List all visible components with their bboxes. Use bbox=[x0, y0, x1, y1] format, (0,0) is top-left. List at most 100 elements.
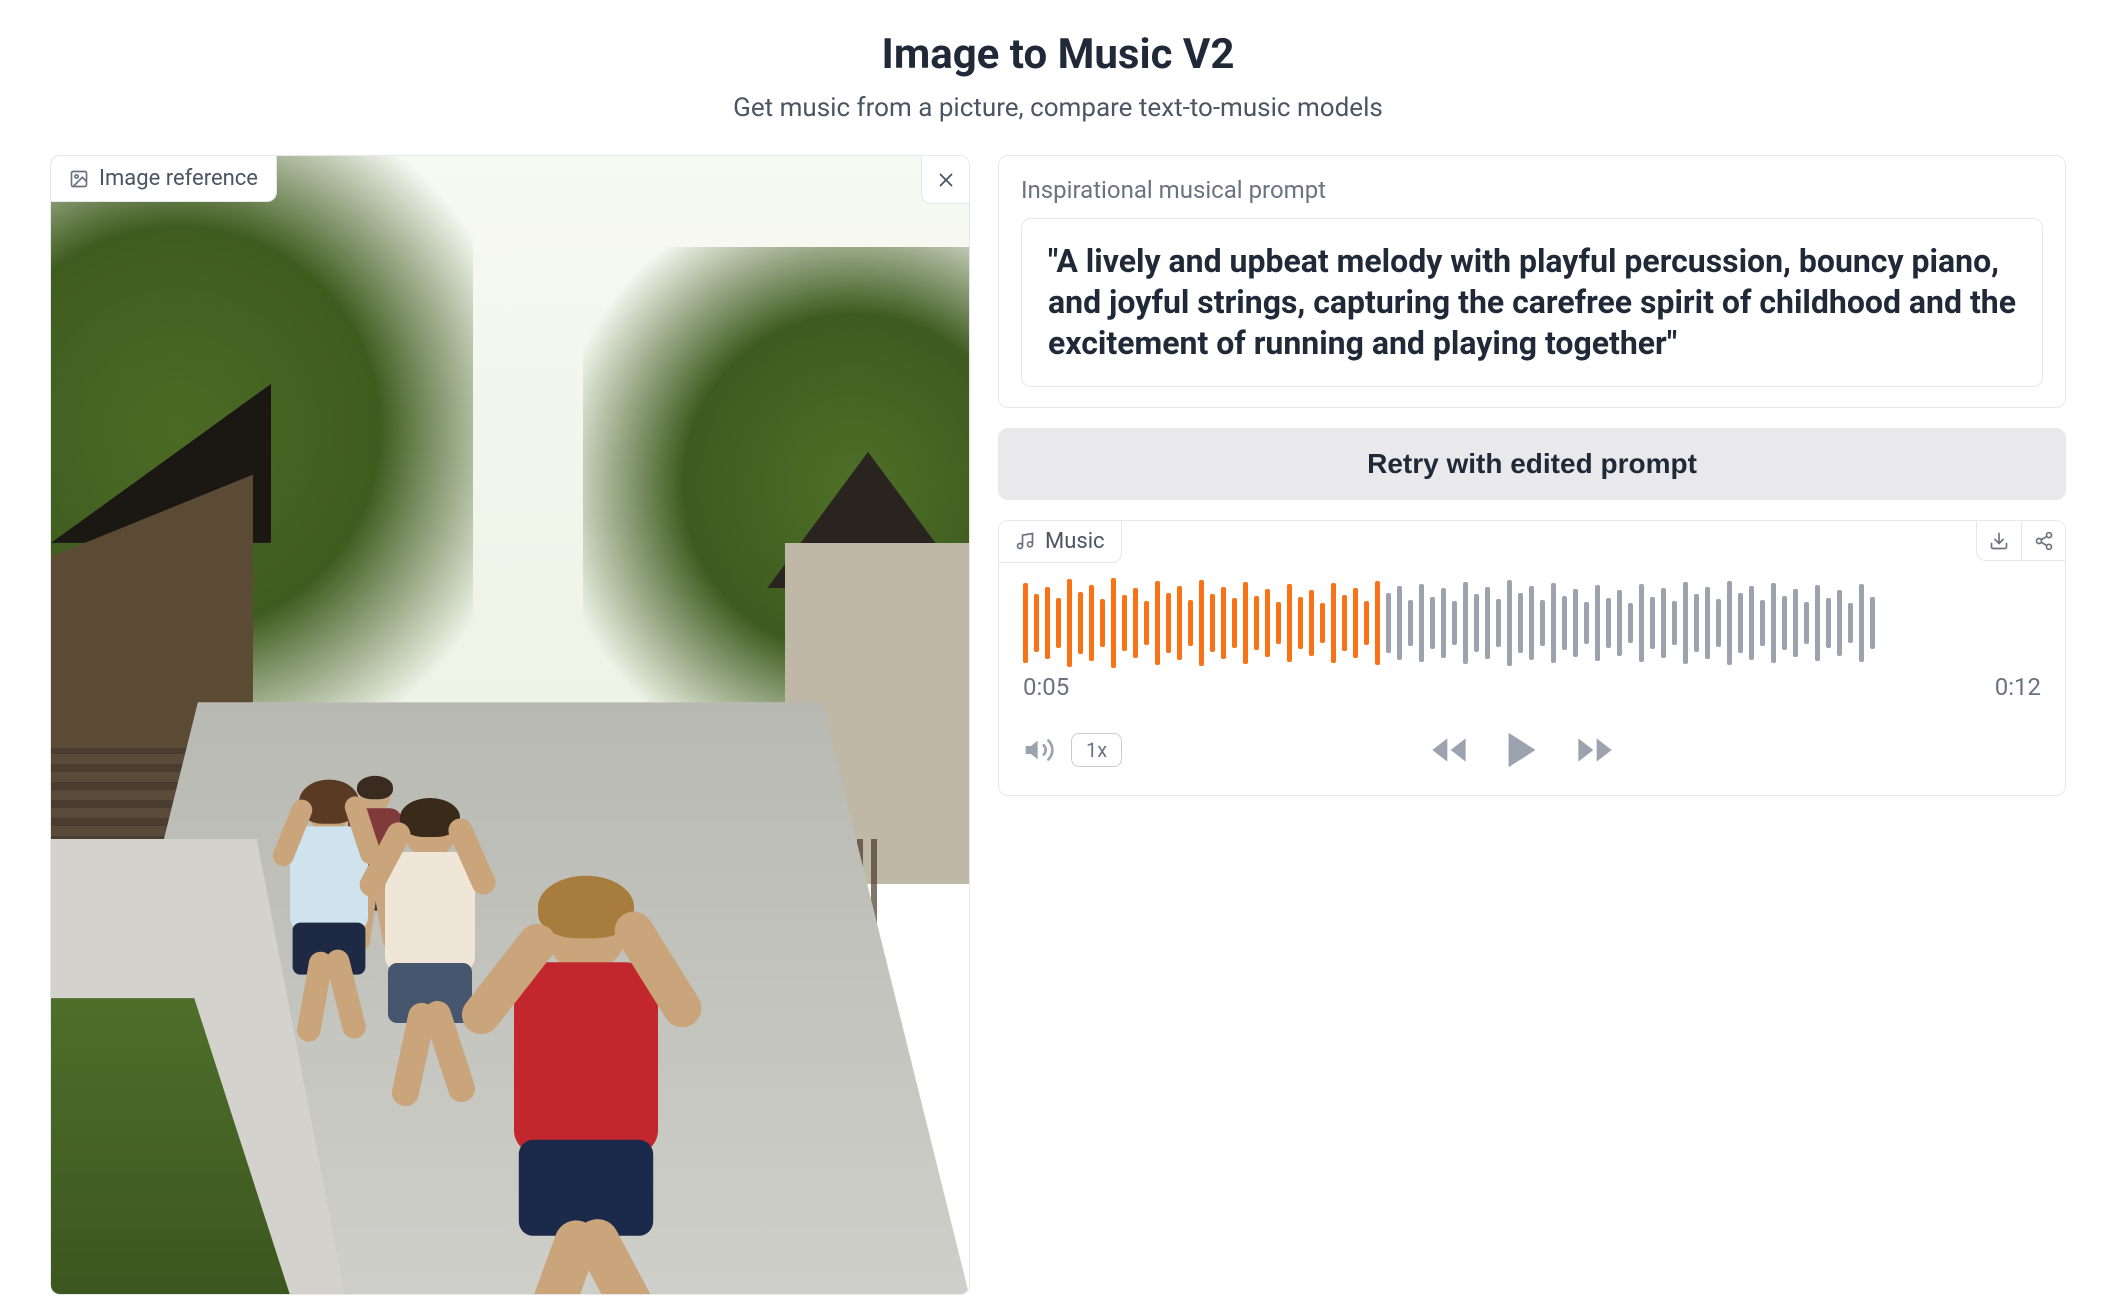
waveform-bar bbox=[1672, 601, 1677, 645]
waveform-bar bbox=[1034, 594, 1039, 652]
waveform-bar bbox=[1232, 598, 1237, 648]
waveform-bar bbox=[1628, 603, 1633, 643]
waveform-bar bbox=[1782, 596, 1787, 650]
waveform-bar bbox=[1287, 584, 1292, 662]
waveform-bar bbox=[1496, 599, 1501, 647]
waveform-bar bbox=[1815, 585, 1820, 661]
fast-forward-icon bbox=[1575, 730, 1615, 770]
audio-waveform[interactable] bbox=[999, 563, 2065, 673]
waveform-bar bbox=[1529, 586, 1534, 660]
waveform-bar bbox=[1518, 593, 1523, 653]
waveform-bar bbox=[1111, 578, 1116, 668]
download-button[interactable] bbox=[1977, 522, 2021, 560]
share-button[interactable] bbox=[2021, 522, 2065, 560]
waveform-bar bbox=[1067, 579, 1072, 667]
audio-current-time: 0:05 bbox=[1023, 673, 1069, 701]
image-reference-panel[interactable]: Image reference bbox=[50, 155, 970, 1295]
waveform-bar bbox=[1408, 600, 1413, 646]
close-icon bbox=[935, 169, 957, 191]
waveform-bar bbox=[1023, 583, 1028, 663]
waveform-bar bbox=[1243, 582, 1248, 664]
waveform-bar bbox=[1430, 597, 1435, 649]
waveform-bar bbox=[1188, 600, 1193, 646]
waveform-bar bbox=[1474, 594, 1479, 652]
page-title: Image to Music V2 bbox=[50, 30, 2066, 79]
waveform-bar bbox=[1870, 597, 1875, 649]
waveform-bar bbox=[1221, 587, 1226, 659]
page-subtitle: Get music from a picture, compare text-t… bbox=[50, 93, 2066, 123]
share-icon bbox=[2034, 531, 2054, 551]
waveform-bar bbox=[1738, 593, 1743, 653]
waveform-bar bbox=[1298, 597, 1303, 649]
waveform-bar bbox=[1859, 584, 1864, 662]
waveform-bar bbox=[1166, 593, 1171, 653]
volume-icon bbox=[1023, 734, 1055, 766]
waveform-bar bbox=[1452, 601, 1457, 645]
waveform-bar bbox=[1045, 587, 1050, 659]
volume-button[interactable] bbox=[1023, 734, 1055, 766]
waveform-bar bbox=[1144, 601, 1149, 645]
waveform-bar bbox=[1694, 594, 1699, 652]
waveform-bar bbox=[1276, 602, 1281, 644]
waveform-bar bbox=[1606, 598, 1611, 648]
waveform-bar bbox=[1056, 598, 1061, 648]
music-output-panel: Music bbox=[998, 520, 2066, 796]
waveform-bar bbox=[1760, 600, 1765, 646]
waveform-bar bbox=[1716, 599, 1721, 647]
waveform-bar bbox=[1419, 584, 1424, 662]
waveform-bar bbox=[1375, 581, 1380, 665]
waveform-bar bbox=[1210, 594, 1215, 652]
fast-forward-button[interactable] bbox=[1575, 730, 1615, 770]
playback-speed-button[interactable]: 1x bbox=[1071, 733, 1122, 767]
waveform-bar bbox=[1826, 598, 1831, 648]
waveform-bar bbox=[1683, 582, 1688, 664]
waveform-bar bbox=[1254, 596, 1259, 650]
waveform-bar bbox=[1133, 588, 1138, 658]
waveform-bar bbox=[1199, 580, 1204, 666]
waveform-bar bbox=[1078, 592, 1083, 654]
waveform-bar bbox=[1837, 590, 1842, 656]
prompt-panel: Inspirational musical prompt "A lively a… bbox=[998, 155, 2066, 408]
image-reference-label: Image reference bbox=[51, 156, 277, 202]
waveform-bar bbox=[1573, 589, 1578, 657]
waveform-bar bbox=[1595, 585, 1600, 661]
waveform-bar bbox=[1342, 595, 1347, 651]
waveform-bar bbox=[1265, 589, 1270, 657]
music-output-label: Music bbox=[999, 521, 1122, 563]
rewind-icon bbox=[1429, 730, 1469, 770]
retry-button[interactable]: Retry with edited prompt bbox=[998, 428, 2066, 500]
waveform-bar bbox=[1793, 589, 1798, 657]
waveform-bar bbox=[1386, 593, 1391, 653]
waveform-bar bbox=[1705, 587, 1710, 659]
waveform-bar bbox=[1804, 602, 1809, 644]
waveform-bar bbox=[1639, 584, 1644, 662]
waveform-bar bbox=[1441, 588, 1446, 658]
waveform-bar bbox=[1540, 600, 1545, 646]
waveform-bar bbox=[1122, 595, 1127, 651]
music-icon bbox=[1015, 531, 1035, 551]
clear-image-button[interactable] bbox=[921, 156, 969, 204]
prompt-text: "A lively and upbeat melody with playful… bbox=[1048, 241, 2016, 364]
waveform-bar bbox=[1155, 581, 1160, 665]
waveform-bar bbox=[1617, 590, 1622, 656]
waveform-bar bbox=[1353, 588, 1358, 658]
waveform-bar bbox=[1749, 586, 1754, 660]
play-button[interactable] bbox=[1499, 727, 1545, 773]
waveform-bar bbox=[1562, 596, 1567, 650]
play-icon bbox=[1499, 727, 1545, 773]
waveform-bar bbox=[1848, 603, 1853, 643]
waveform-bar bbox=[1485, 587, 1490, 659]
waveform-bar bbox=[1551, 583, 1556, 663]
rewind-button[interactable] bbox=[1429, 730, 1469, 770]
waveform-bar bbox=[1727, 581, 1732, 665]
waveform-bar bbox=[1463, 582, 1468, 664]
download-icon bbox=[1989, 531, 2009, 551]
waveform-bar bbox=[1584, 602, 1589, 644]
prompt-textbox[interactable]: "A lively and upbeat melody with playful… bbox=[1021, 218, 2043, 387]
waveform-bar bbox=[1397, 586, 1402, 660]
waveform-bar bbox=[1507, 580, 1512, 666]
waveform-bar bbox=[1331, 583, 1336, 663]
audio-total-time: 0:12 bbox=[1995, 673, 2041, 701]
waveform-bar bbox=[1089, 585, 1094, 661]
waveform-bar bbox=[1661, 588, 1666, 658]
